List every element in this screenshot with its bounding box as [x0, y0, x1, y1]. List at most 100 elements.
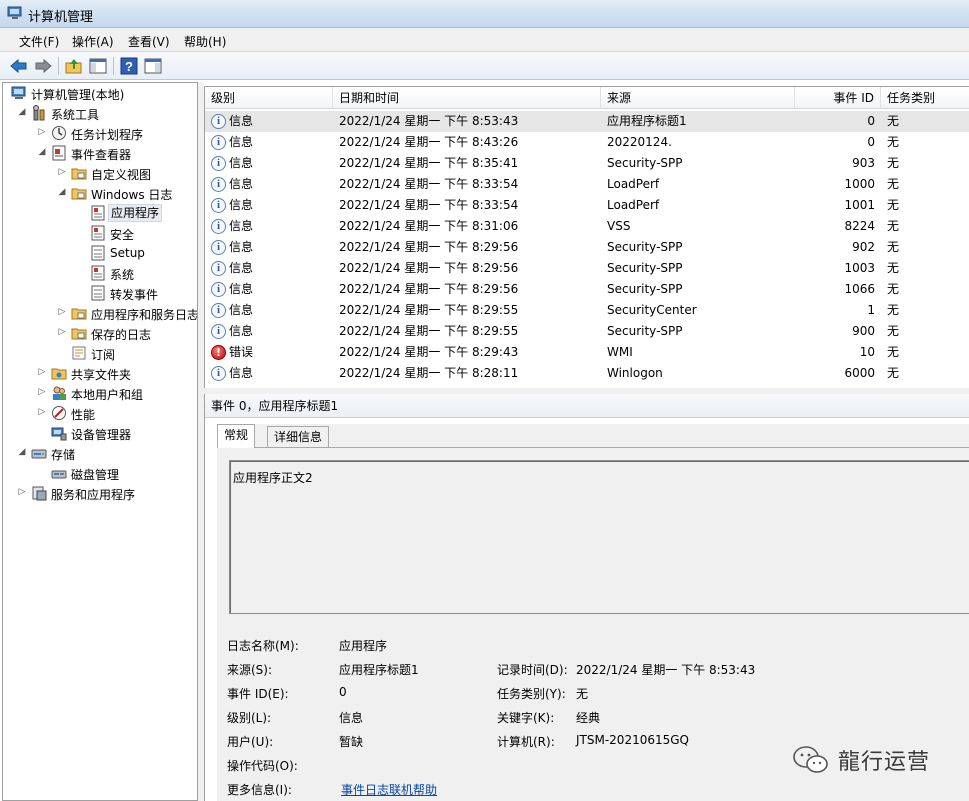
- task-scheduler-icon: [52, 126, 66, 140]
- computer-management-icon: [7, 6, 22, 19]
- performance-icon: [52, 406, 66, 420]
- event-datetime: 2022/1/24 星期一 下午 8:31:06: [339, 219, 519, 233]
- event-task-category: 无: [887, 282, 900, 296]
- info-icon: [211, 156, 226, 171]
- collapse-arrow-icon[interactable]: ◢: [17, 107, 27, 117]
- event-list-header: 级别 日期和时间 来源 事件 ID 任务类别: [205, 87, 969, 109]
- task-category-value: 无: [576, 687, 589, 701]
- event-row[interactable]: 信息 2022/1/24 星期一 下午 8:29:56 Security-SPP 10…: [205, 279, 969, 300]
- help-icon: ?: [120, 57, 138, 75]
- toolbar-separator: [58, 57, 59, 75]
- event-row[interactable]: 信息 2022/1/24 星期一 下午 8:35:41 Security-SPP 90…: [205, 153, 969, 174]
- collapse-arrow-icon[interactable]: ◢: [17, 447, 27, 457]
- task-category-label: 任务类别(Y):: [497, 687, 566, 701]
- event-level: 信息: [229, 198, 254, 212]
- event-row[interactable]: 信息 2022/1/24 星期一 下午 8:33:54 LoadPerf 1001 无: [205, 195, 969, 216]
- show-hide-tree-button[interactable]: [88, 56, 108, 76]
- tree-label: 订阅: [91, 348, 116, 362]
- menu-action[interactable]: 操作(A): [70, 33, 116, 50]
- event-level: 信息: [229, 177, 254, 191]
- online-help-link[interactable]: 事件日志联机帮助: [341, 781, 437, 798]
- subscriptions-icon: [72, 346, 86, 360]
- back-arrow-icon: [10, 58, 27, 74]
- info-icon: [211, 240, 226, 255]
- keywords-label: 关键字(K):: [497, 711, 555, 725]
- action-pane-icon: [144, 58, 162, 74]
- menu-file[interactable]: 文件(F): [17, 33, 61, 50]
- event-row[interactable]: 信息 2022/1/24 星期一 下午 8:28:11 Winlogon 6000 无: [205, 363, 969, 384]
- event-detail-title: 事件 0，应用程序标题1: [205, 394, 969, 418]
- expand-arrow-icon[interactable]: ▷: [57, 327, 67, 337]
- event-description-box[interactable]: 应用程序正文2: [229, 460, 969, 614]
- source-label: 来源(S):: [227, 663, 273, 677]
- event-level: 错误: [229, 345, 254, 359]
- event-id: 10: [859, 345, 875, 359]
- show-hide-action-pane-button[interactable]: [143, 56, 163, 76]
- info-icon: [211, 219, 226, 234]
- toolbar-separator: [113, 57, 114, 75]
- level-label: 级别(L):: [227, 711, 272, 725]
- menu-view[interactable]: 查看(V): [126, 33, 172, 50]
- event-datetime: 2022/1/24 星期一 下午 8:28:11: [339, 366, 519, 380]
- event-list: 级别 日期和时间 来源 事件 ID 任务类别 信息 2022/1/24 星期一 下…: [204, 86, 969, 388]
- expand-arrow-icon[interactable]: ▷: [37, 127, 47, 137]
- event-task-category: 无: [887, 156, 900, 170]
- event-level: 信息: [229, 135, 254, 149]
- collapse-arrow-icon[interactable]: ◢: [37, 147, 47, 157]
- event-viewer-icon: [52, 145, 66, 161]
- event-row[interactable]: 信息 2022/1/24 星期一 下午 8:31:06 VSS 8224 无: [205, 216, 969, 237]
- collapse-arrow-icon[interactable]: ◢: [57, 187, 67, 197]
- event-level: 信息: [229, 156, 254, 170]
- event-task-category: 无: [887, 366, 900, 380]
- event-source: VSS: [607, 219, 631, 233]
- back-button[interactable]: [9, 56, 29, 76]
- tree-label: 事件查看器: [71, 148, 132, 162]
- expand-arrow-icon[interactable]: ▷: [17, 487, 27, 497]
- column-header-level[interactable]: 级别: [205, 87, 333, 109]
- expand-arrow-icon[interactable]: ▷: [37, 387, 47, 397]
- expand-arrow-icon[interactable]: ▷: [37, 367, 47, 377]
- event-row[interactable]: 错误 2022/1/24 星期一 下午 8:29:43 WMI 10 无: [205, 342, 969, 363]
- expand-arrow-icon[interactable]: ▷: [57, 167, 67, 177]
- column-header-datetime[interactable]: 日期和时间: [333, 87, 601, 109]
- info-icon: [211, 261, 226, 276]
- event-id: 1066: [844, 282, 875, 296]
- expand-arrow-icon[interactable]: ▷: [37, 407, 47, 417]
- event-task-category: 无: [887, 135, 900, 149]
- event-datetime: 2022/1/24 星期一 下午 8:35:41: [339, 156, 519, 170]
- column-header-event-id[interactable]: 事件 ID: [795, 87, 881, 109]
- column-header-source[interactable]: 来源: [601, 87, 795, 109]
- event-task-category: 无: [887, 114, 900, 128]
- event-row[interactable]: 信息 2022/1/24 星期一 下午 8:29:56 Security-SPP 10…: [205, 258, 969, 279]
- event-row[interactable]: 信息 2022/1/24 星期一 下午 8:29:55 SecurityCenter…: [205, 300, 969, 321]
- tree-label: 任务计划程序: [71, 128, 144, 142]
- folder-icon: [71, 328, 87, 340]
- tab-details[interactable]: 详细信息: [267, 426, 330, 448]
- tree-label: 保存的日志: [91, 328, 152, 342]
- event-level: 信息: [229, 261, 254, 275]
- event-level: 信息: [229, 240, 254, 254]
- event-level: 信息: [229, 303, 254, 317]
- event-row[interactable]: 信息 2022/1/24 星期一 下午 8:29:55 Security-SPP 90…: [205, 321, 969, 342]
- help-button[interactable]: ?: [119, 56, 139, 76]
- event-task-category: 无: [887, 198, 900, 212]
- tree-label: 系统: [110, 268, 135, 282]
- tree-label: 共享文件夹: [71, 368, 132, 382]
- event-id-value: 0: [339, 685, 347, 699]
- title-bar: 计算机管理: [0, 0, 969, 28]
- event-row[interactable]: 信息 2022/1/24 星期一 下午 8:33:54 LoadPerf 1000 无: [205, 174, 969, 195]
- event-source: LoadPerf: [607, 177, 660, 191]
- event-row[interactable]: 信息 2022/1/24 星期一 下午 8:53:43 应用程序标题1 0无: [205, 111, 969, 132]
- event-id: 1000: [844, 177, 875, 191]
- expand-arrow-icon[interactable]: ▷: [57, 307, 67, 317]
- menu-help[interactable]: 帮助(H): [182, 33, 228, 50]
- column-header-task-category[interactable]: 任务类别: [881, 87, 969, 109]
- event-row[interactable]: 信息 2022/1/24 星期一 下午 8:43:26 20220124. 0无: [205, 132, 969, 153]
- forward-button[interactable]: [33, 56, 53, 76]
- event-datetime: 2022/1/24 星期一 下午 8:33:54: [339, 198, 519, 212]
- event-task-category: 无: [887, 324, 900, 338]
- up-level-button[interactable]: [64, 56, 84, 76]
- event-level: 信息: [229, 282, 254, 296]
- tab-general[interactable]: 常规: [217, 424, 256, 448]
- event-row[interactable]: 信息 2022/1/24 星期一 下午 8:29:56 Security-SPP 90…: [205, 237, 969, 258]
